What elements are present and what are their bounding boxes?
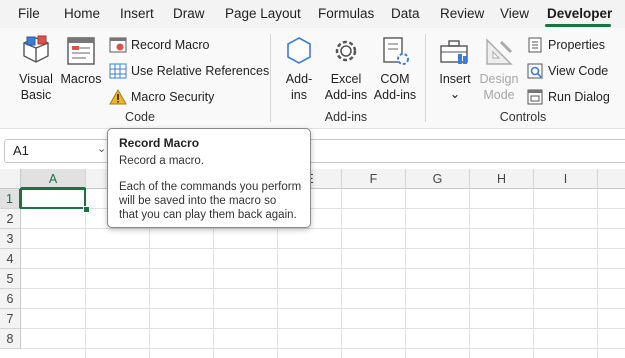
gridline (469, 189, 470, 358)
macro-security-label: Macro Security (131, 90, 215, 104)
code-group-label: Code (125, 110, 155, 124)
controls-group-label: Controls (499, 110, 547, 124)
toolbox-icon (440, 40, 468, 64)
tab-insert[interactable]: Insert (120, 6, 154, 21)
gridline (21, 328, 625, 329)
view-code-label: View Code (548, 64, 609, 78)
tooltip-body-line: Each of the commands you perform (119, 181, 302, 193)
record-macro-icon (109, 36, 127, 54)
macros-button[interactable] (64, 34, 98, 68)
visual-basic-button[interactable] (18, 34, 54, 68)
column-header-f[interactable]: F (342, 169, 406, 189)
chevron-down-icon[interactable]: ⌄ (97, 142, 106, 155)
gridline (21, 228, 625, 229)
design-mode-label: Design Mode (479, 72, 519, 102)
tab-home[interactable]: Home (64, 6, 100, 21)
macros-icon (67, 37, 95, 65)
tab-file[interactable]: File (18, 6, 40, 21)
run-dialog-button[interactable]: Run Dialog (526, 86, 610, 108)
tab-data[interactable]: Data (391, 6, 420, 21)
addins-button[interactable] (283, 34, 315, 68)
chevron-down-icon[interactable]: ⌄ (449, 86, 461, 102)
excel-addins-button[interactable] (330, 34, 362, 68)
gridline (21, 268, 625, 269)
warning-icon (109, 88, 127, 106)
selected-cell-a1[interactable] (20, 188, 86, 209)
tab-review[interactable]: Review (440, 6, 484, 21)
record-macro-label: Record Macro (131, 38, 210, 52)
column-header-h[interactable]: H (470, 169, 534, 189)
hexagon-addins-icon (287, 37, 311, 64)
active-tab-indicator (545, 24, 611, 27)
tooltip-body-line: that you can play them back again. (119, 209, 297, 221)
tab-page-layout[interactable]: Page Layout (225, 6, 301, 21)
tab-developer[interactable]: Developer (547, 6, 612, 21)
fill-handle[interactable] (83, 206, 90, 213)
column-header-g[interactable]: G (406, 169, 470, 189)
column-header-j[interactable] (598, 169, 625, 189)
com-addins-label: COM Add-ins (373, 72, 417, 102)
use-relative-references-button[interactable]: Use Relative References (109, 60, 269, 82)
row-header-1[interactable]: 1 (0, 189, 21, 209)
record-macro-tooltip: Record Macro Record a macro. Each of the… (107, 128, 311, 228)
tab-view[interactable]: View (500, 6, 529, 21)
name-box[interactable]: A1 ⌄ (4, 139, 110, 163)
design-mode-icon (486, 38, 513, 65)
gridline (85, 189, 86, 358)
tooltip-title: Record Macro (119, 136, 200, 150)
properties-icon (526, 36, 544, 54)
name-box-value: A1 (13, 143, 29, 158)
view-code-icon (526, 62, 544, 80)
com-addins-icon (383, 37, 409, 65)
gridline (21, 288, 625, 289)
visual-basic-icon (23, 35, 49, 63)
group-separator (270, 34, 271, 122)
gridline (405, 189, 406, 358)
column-header-a[interactable]: A (21, 169, 86, 189)
relative-references-icon (109, 62, 127, 80)
macro-security-button[interactable]: Macro Security (109, 86, 214, 108)
tooltip-subtitle: Record a macro. (119, 155, 205, 167)
gridline (341, 189, 342, 358)
gridline (533, 189, 534, 358)
gridline (597, 189, 598, 358)
row-header-2[interactable]: 2 (0, 209, 21, 229)
select-all-corner[interactable] (0, 169, 21, 189)
gridline (21, 308, 625, 309)
view-code-button[interactable]: View Code (526, 60, 608, 82)
menu-bar: File Home Insert Draw Page Layout Formul… (0, 0, 625, 28)
record-macro-button[interactable]: Record Macro (109, 34, 210, 56)
row-header-4[interactable]: 4 (0, 249, 21, 269)
tooltip-body-line: will be saved into the macro so (119, 195, 277, 207)
group-separator (425, 34, 426, 122)
tab-draw[interactable]: Draw (173, 6, 205, 21)
design-mode-button[interactable] (483, 36, 515, 68)
excel-addins-label: Excel Add-ins (324, 72, 368, 102)
use-relative-references-label: Use Relative References (131, 64, 270, 78)
macros-label: Macros (60, 72, 102, 86)
row-header-8[interactable]: 8 (0, 329, 21, 349)
com-addins-button[interactable] (379, 34, 411, 68)
insert-control-button[interactable] (438, 36, 472, 68)
row-header-6[interactable]: 6 (0, 289, 21, 309)
insert-control-label: Insert (439, 72, 471, 86)
row-header-3[interactable]: 3 (0, 229, 21, 249)
properties-label: Properties (548, 38, 605, 52)
addins-label: Add-ins (285, 72, 313, 102)
properties-button[interactable]: Properties (526, 34, 605, 56)
gridline (21, 248, 625, 249)
tab-formulas[interactable]: Formulas (318, 6, 374, 21)
column-header-i[interactable]: I (534, 169, 598, 189)
addins-group-label: Add-ins (324, 110, 368, 124)
visual-basic-label: Visual Basic (19, 72, 53, 102)
row-header-5[interactable]: 5 (0, 269, 21, 289)
gear-icon (335, 40, 357, 62)
run-dialog-icon (526, 88, 544, 106)
run-dialog-label: Run Dialog (548, 90, 610, 104)
gridline (21, 348, 625, 349)
row-header-7[interactable]: 7 (0, 309, 21, 329)
